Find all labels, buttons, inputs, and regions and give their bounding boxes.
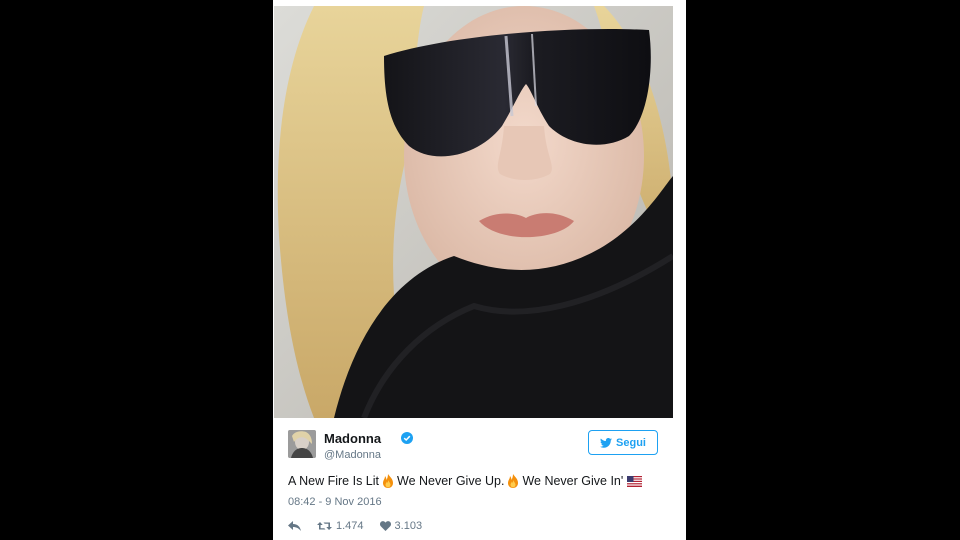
fire-emoji-icon xyxy=(508,474,519,488)
heart-icon xyxy=(379,521,391,531)
tweet-card: Madonna @Madonna Segui A New Fire Is Lit… xyxy=(273,0,686,540)
reply-button[interactable] xyxy=(288,521,301,531)
fire-emoji-icon xyxy=(383,474,393,488)
tweet-text-part3: We Never Give In' xyxy=(522,474,624,488)
retweet-icon xyxy=(317,522,332,530)
us-flag-icon xyxy=(627,475,643,487)
like-button[interactable]: 3.103 xyxy=(379,520,423,532)
tweet-timestamp[interactable]: 08:42 - 9 Nov 2016 xyxy=(288,496,382,508)
tweet-photo[interactable] xyxy=(274,6,673,418)
tweet-header: Madonna @Madonna Segui xyxy=(288,430,663,466)
avatar-image xyxy=(288,430,316,458)
user-handle[interactable]: @Madonna xyxy=(324,449,381,461)
retweet-button[interactable]: 1.474 xyxy=(317,520,364,532)
follow-button[interactable]: Segui xyxy=(588,430,658,455)
tweet-text-part1: A New Fire Is Lit xyxy=(288,474,379,488)
follow-label: Segui xyxy=(616,436,646,449)
avatar[interactable] xyxy=(288,430,316,458)
like-count: 3.103 xyxy=(394,520,423,532)
tweet-text: A New Fire Is Lit We Never Give Up. We N… xyxy=(288,474,683,488)
user-name[interactable]: Madonna xyxy=(324,431,381,446)
twitter-bird-icon xyxy=(600,437,613,448)
selfie-illustration xyxy=(274,6,673,418)
tweet-text-part2: We Never Give Up. xyxy=(397,474,505,488)
tweet-actions: 1.474 3.103 xyxy=(288,518,438,534)
reply-icon xyxy=(288,521,301,531)
retweet-count: 1.474 xyxy=(336,520,364,532)
verified-badge-icon xyxy=(401,432,413,444)
